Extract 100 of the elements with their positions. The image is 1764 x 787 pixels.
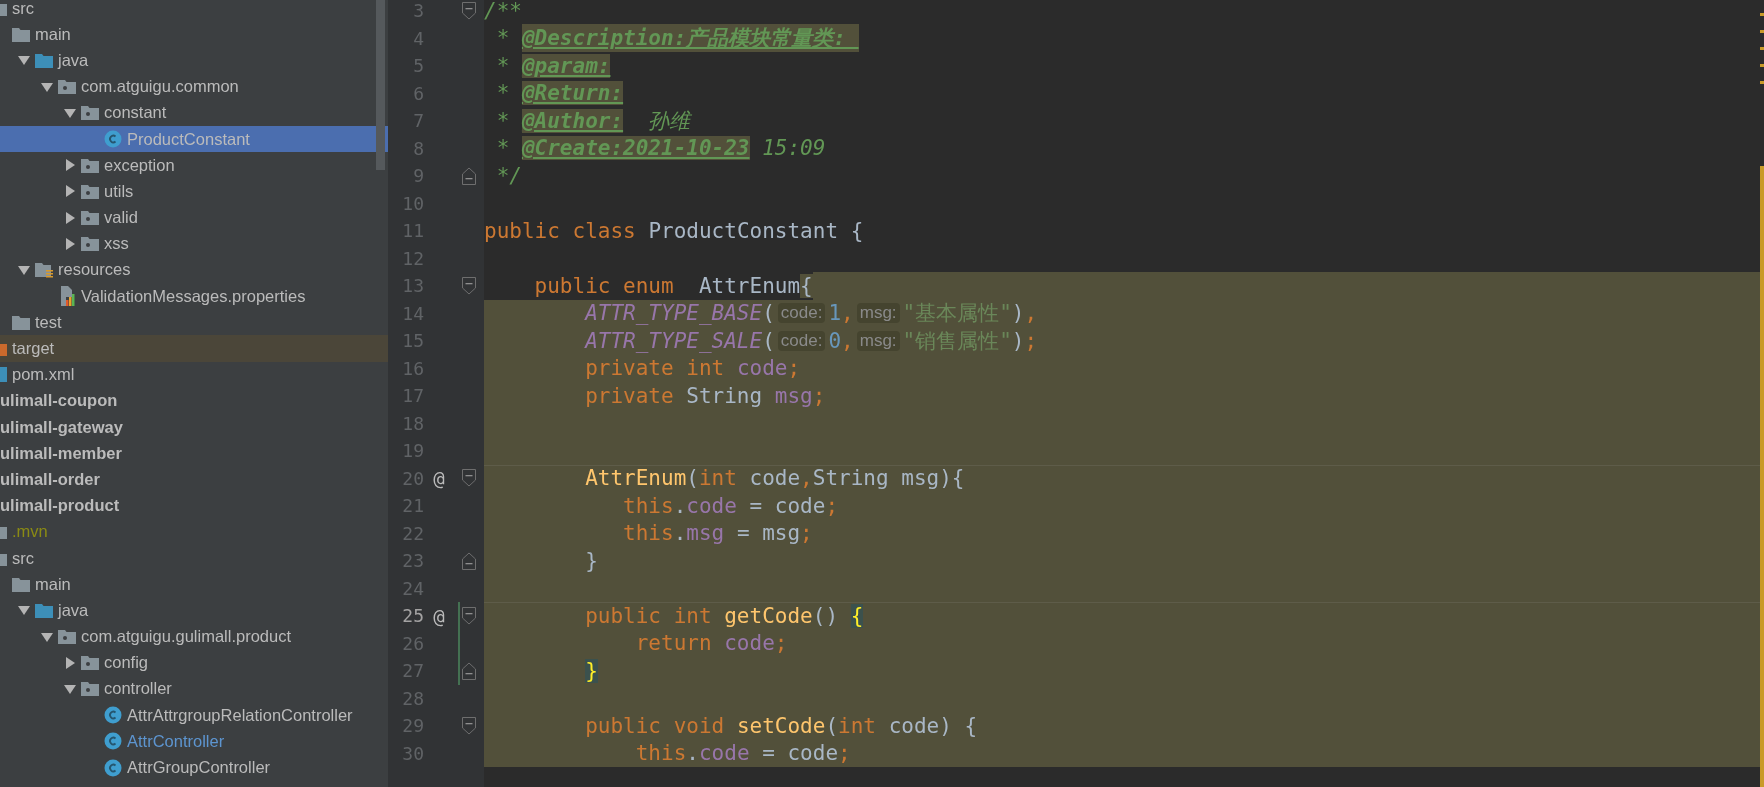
fold-icon[interactable] [462, 661, 476, 680]
tree-item[interactable]: config [0, 649, 388, 676]
folder-icon [12, 314, 30, 330]
code-token: String [686, 383, 764, 408]
code-token: setCode [736, 713, 826, 738]
folder-icon [12, 576, 30, 592]
tree-item[interactable]: src [0, 0, 388, 22]
code-token: ) [1011, 301, 1025, 326]
code-token: ( [762, 328, 775, 353]
fold-icon[interactable] [462, 469, 476, 488]
code-token: public enum [533, 273, 675, 298]
code-token: ( [825, 713, 839, 738]
code-token: @Author: [521, 108, 624, 133]
tree-item[interactable]: ulimall-coupon [0, 387, 388, 414]
code-token: private [584, 383, 675, 408]
tree-item[interactable]: AttrGroupController [0, 754, 388, 781]
override-marker[interactable]: @ [433, 604, 445, 627]
override-marker[interactable]: @ [433, 467, 445, 490]
tree-item[interactable]: controller [0, 675, 388, 703]
tree-item[interactable]: com.atguigu.gulimall.product [0, 623, 388, 650]
code-token: code [698, 741, 750, 766]
folder-icon [35, 52, 53, 68]
code-token: = code [748, 493, 826, 518]
parameter-hint: msg: [856, 303, 900, 324]
package-icon [81, 183, 99, 199]
code-token: 孙维 [647, 107, 691, 135]
fold-icon[interactable] [462, 276, 476, 295]
tree-item[interactable]: ulimall-gateway [0, 414, 388, 441]
class-icon [104, 706, 122, 725]
parameter-hint: code: [777, 303, 826, 324]
code-token: msg [686, 521, 725, 546]
code-token: 0 [828, 328, 842, 353]
tree-item[interactable]: ulimall-product [0, 492, 388, 519]
code-token: public int [584, 603, 713, 628]
change-marker[interactable] [458, 602, 460, 630]
package-icon [58, 629, 76, 645]
tree-item[interactable]: .mvn [0, 518, 388, 545]
tree-item[interactable]: constant [0, 99, 388, 126]
code-token: getCode [724, 603, 813, 628]
tree-item[interactable]: main [0, 571, 388, 598]
code-token: * [495, 136, 511, 161]
code-token: this [622, 521, 674, 546]
fold-icon[interactable] [462, 166, 476, 185]
tree-item[interactable]: java [0, 47, 388, 74]
tree-item[interactable]: xss [0, 230, 388, 257]
parameter-hint: code: [777, 330, 826, 351]
code-token: /** [484, 0, 522, 23]
package-icon [81, 236, 99, 252]
folder-icon [12, 26, 30, 42]
properties-file-icon [58, 286, 76, 307]
class-icon [104, 130, 122, 149]
code-token: this [622, 493, 674, 518]
tree-item[interactable]: src [0, 544, 388, 572]
tree-item[interactable]: ulimall-member [0, 440, 388, 467]
code-token: return [634, 631, 713, 656]
package-icon [81, 157, 99, 173]
code-token: code [686, 493, 737, 518]
tree-item[interactable]: pom.xml [0, 361, 388, 388]
code-token: ATTR_TYPE_SALE [583, 328, 763, 353]
change-marker[interactable] [458, 657, 460, 685]
fold-icon[interactable] [462, 1, 476, 20]
code-token: * [495, 108, 511, 133]
code-token: { [800, 273, 813, 298]
code-token: ( [762, 301, 775, 326]
code-token: code [736, 356, 788, 381]
package-icon [81, 210, 99, 226]
tree-item[interactable]: valid [0, 204, 388, 231]
tree-item[interactable]: resources [0, 256, 388, 284]
class-icon [104, 732, 122, 751]
tree-item[interactable]: main [0, 21, 388, 48]
resources-folder-icon [35, 261, 53, 278]
code-token: code [749, 466, 801, 491]
tree-item[interactable]: exception [0, 152, 388, 179]
code-token: @param: [521, 53, 611, 78]
package-icon [58, 79, 76, 95]
code-token: @Return: [521, 81, 624, 106]
fold-icon[interactable] [462, 606, 476, 625]
code-token: @Description:产品模块常量类: [521, 24, 859, 53]
code-token: ; [774, 631, 788, 656]
tree-item[interactable]: java [0, 597, 388, 624]
change-marker[interactable] [458, 629, 460, 657]
code-token: ProductConstant { [648, 218, 864, 243]
code-token: ; [1024, 328, 1038, 353]
code-token: . [673, 521, 687, 546]
fold-icon[interactable] [462, 551, 476, 570]
scrollbar-thumb[interactable] [376, 0, 385, 170]
tree-item[interactable]: utils [0, 178, 388, 205]
code-token: = code [761, 741, 839, 766]
tree-item[interactable]: AttrAttrgroupRelationController [0, 702, 388, 729]
code-token: } [584, 548, 598, 573]
tree-item[interactable]: AttrController [0, 728, 388, 755]
tree-item[interactable]: test [0, 309, 388, 336]
tree-item[interactable]: ValidationMessages.properties [0, 283, 388, 310]
tree-item[interactable]: ulimall-order [0, 466, 388, 493]
code-token: ; [800, 521, 813, 546]
code-token: AttrEnum [698, 273, 801, 298]
fold-icon[interactable] [462, 716, 476, 735]
tree-item[interactable]: target [0, 335, 388, 362]
package-icon [81, 655, 99, 671]
tree-item[interactable]: com.atguigu.common [0, 73, 388, 100]
